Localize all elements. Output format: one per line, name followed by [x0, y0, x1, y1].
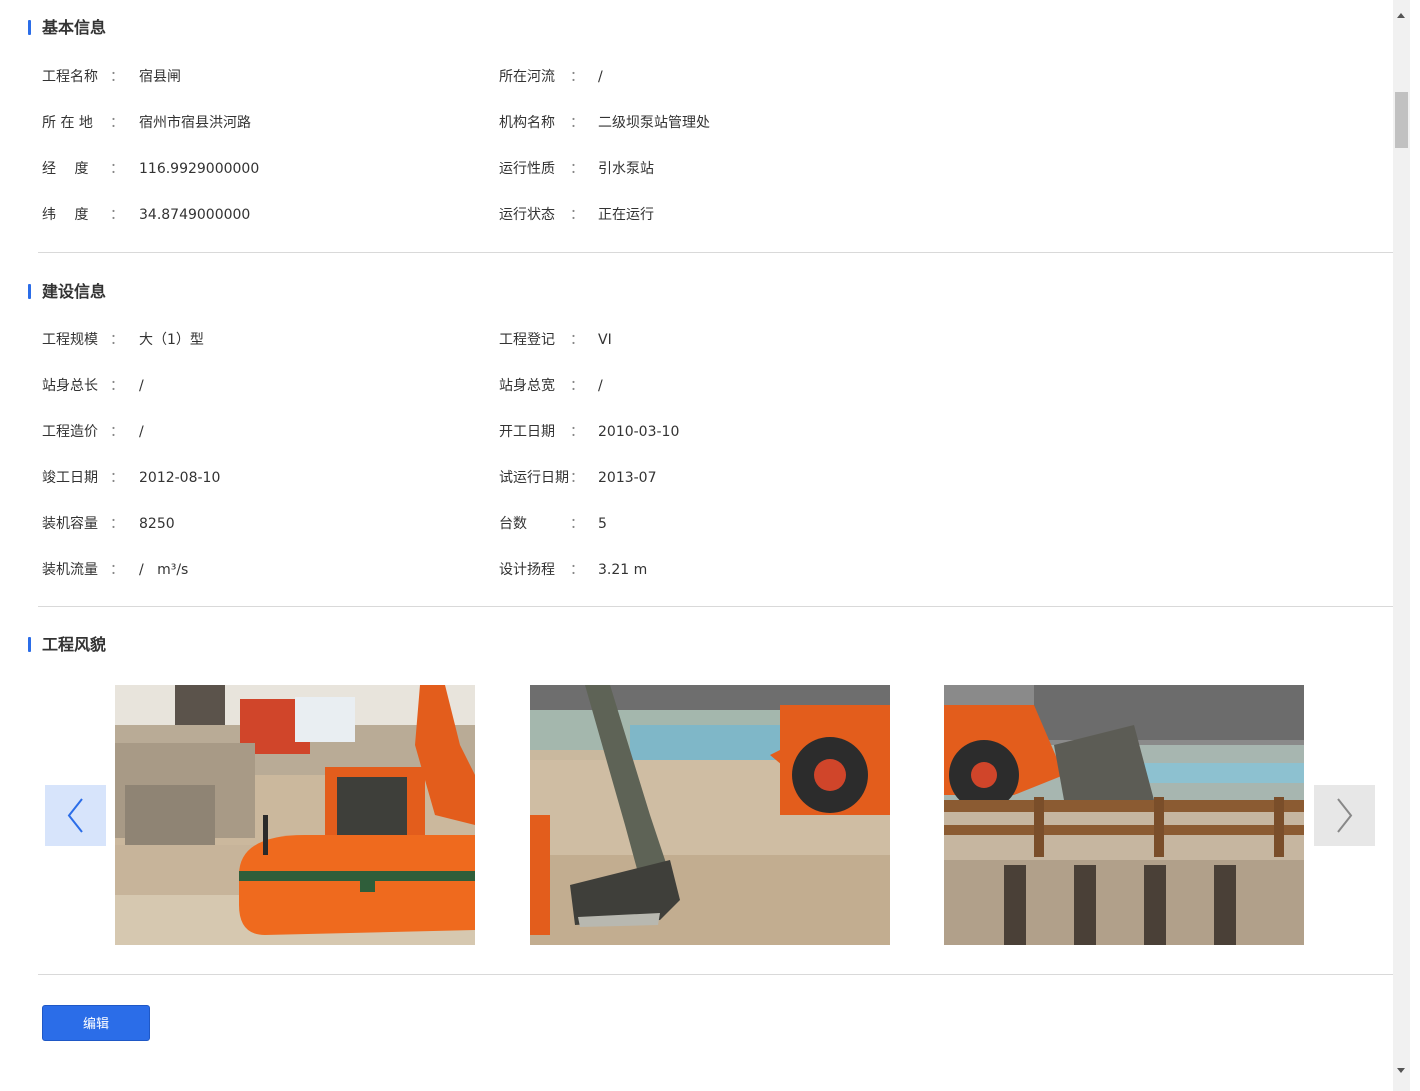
- field-label: 工程名称: [42, 69, 98, 85]
- field-label: 竣工日期: [42, 470, 98, 486]
- field-label: 站身总宽: [499, 378, 555, 394]
- field-value: / m³/s: [139, 562, 189, 578]
- field-colon: ：: [110, 161, 124, 177]
- section-title-text: 基本信息: [42, 18, 107, 37]
- field-value: 2013-07: [598, 470, 657, 486]
- field-label: 开工日期: [499, 424, 555, 440]
- field-value: 引水泵站: [598, 161, 654, 177]
- field-colon: ：: [110, 207, 124, 223]
- section-divider: [38, 606, 1393, 607]
- field-label: 装机流量: [42, 562, 98, 578]
- field-colon: ：: [110, 516, 124, 532]
- field-colon: ：: [570, 516, 584, 532]
- field-value: 116.9929000000: [139, 161, 260, 177]
- section-accent-bar: [28, 637, 31, 652]
- section-accent-bar: [28, 20, 31, 35]
- field-colon: ：: [110, 562, 124, 578]
- field-value: 2010-03-10: [598, 424, 680, 440]
- field-value: 宿州市宿县洪河路: [139, 115, 251, 131]
- section-title-text: 工程风貌: [42, 635, 107, 654]
- project-detail-panel: 基本信息 工程名称 ： 宿县闸 所在河流 ： / 所 在 地 ： 宿州市宿县洪河…: [0, 0, 1393, 1091]
- field-label: 运行状态: [499, 207, 555, 223]
- field-colon: ：: [110, 378, 124, 394]
- field-value: 大（1）型: [139, 332, 204, 348]
- field-value: 5: [598, 516, 607, 532]
- field-label: 所 在 地: [42, 115, 93, 131]
- field-label: 工程规模: [42, 332, 98, 348]
- scroll-up-arrow-icon[interactable]: [1397, 13, 1405, 18]
- field-colon: ：: [570, 207, 584, 223]
- field-value: 2012-08-10: [139, 470, 221, 486]
- field-label: 工程造价: [42, 424, 98, 440]
- field-label: 所在河流: [499, 69, 555, 85]
- field-value: VI: [598, 332, 612, 348]
- scrollbar-thumb[interactable]: [1395, 92, 1408, 148]
- section-title-text: 建设信息: [42, 282, 107, 301]
- field-colon: ：: [570, 470, 584, 486]
- excavator-photo[interactable]: [115, 685, 475, 945]
- field-colon: ：: [570, 424, 584, 440]
- vertical-scrollbar[interactable]: [1393, 0, 1410, 1091]
- field-label: 运行性质: [499, 161, 555, 177]
- field-label: 工程登记: [499, 332, 555, 348]
- field-value: /: [598, 378, 603, 394]
- field-colon: ：: [570, 69, 584, 85]
- section-divider: [38, 252, 1393, 253]
- field-colon: ：: [110, 424, 124, 440]
- chevron-right-icon: [1337, 798, 1353, 833]
- field-colon: ：: [110, 332, 124, 348]
- chevron-left-icon: [67, 798, 83, 833]
- field-value: 34.8749000000: [139, 207, 251, 223]
- field-value: /: [139, 424, 144, 440]
- field-label: 站身总长: [42, 378, 98, 394]
- edit-button[interactable]: 编辑: [42, 1005, 150, 1041]
- field-value: 3.21 m: [598, 562, 648, 578]
- field-colon: ：: [570, 161, 584, 177]
- section-divider: [38, 974, 1393, 975]
- field-colon: ：: [110, 470, 124, 486]
- carousel-next-button[interactable]: [1314, 785, 1375, 846]
- section-accent-bar: [28, 284, 31, 299]
- scroll-down-arrow-icon[interactable]: [1397, 1068, 1405, 1073]
- field-colon: ：: [570, 378, 584, 394]
- carousel-prev-button[interactable]: [45, 785, 106, 846]
- field-label: 台数: [499, 516, 527, 532]
- field-value: /: [139, 378, 144, 394]
- field-colon: ：: [110, 115, 124, 131]
- field-label: 设计扬程: [499, 562, 555, 578]
- field-label: 试运行日期: [499, 470, 569, 486]
- field-value: 正在运行: [598, 207, 654, 223]
- field-label: 装机容量: [42, 516, 98, 532]
- field-value: /: [598, 69, 603, 85]
- wheel-loader-photo[interactable]: [944, 685, 1304, 945]
- field-colon: ：: [570, 115, 584, 131]
- field-value: 8250: [139, 516, 175, 532]
- field-label: 机构名称: [499, 115, 555, 131]
- field-label: 纬 度: [42, 207, 89, 223]
- field-label: 经 度: [42, 161, 89, 177]
- field-value: 二级坝泵站管理处: [598, 115, 710, 131]
- field-colon: ：: [110, 69, 124, 85]
- field-colon: ：: [570, 562, 584, 578]
- field-colon: ：: [570, 332, 584, 348]
- excavator-bucket-photo[interactable]: [530, 685, 890, 945]
- field-value: 宿县闸: [139, 69, 181, 85]
